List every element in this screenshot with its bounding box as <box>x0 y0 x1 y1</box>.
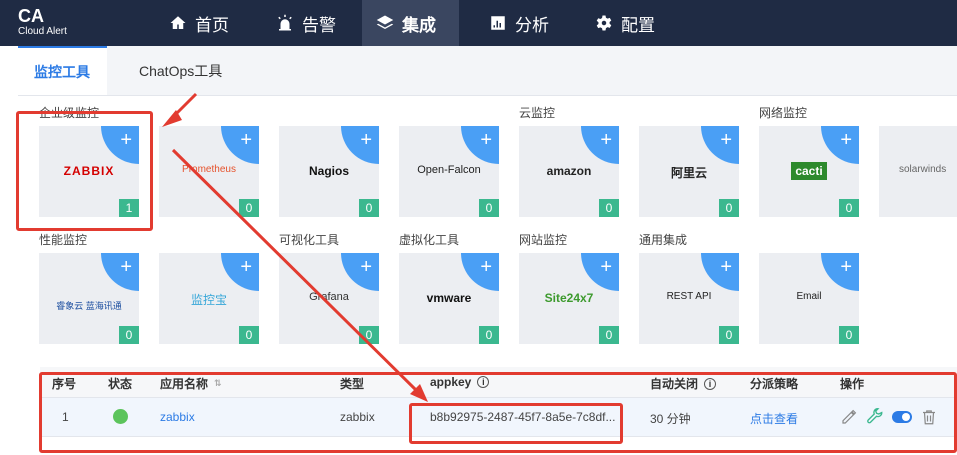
annotation-arrows <box>162 92 428 402</box>
